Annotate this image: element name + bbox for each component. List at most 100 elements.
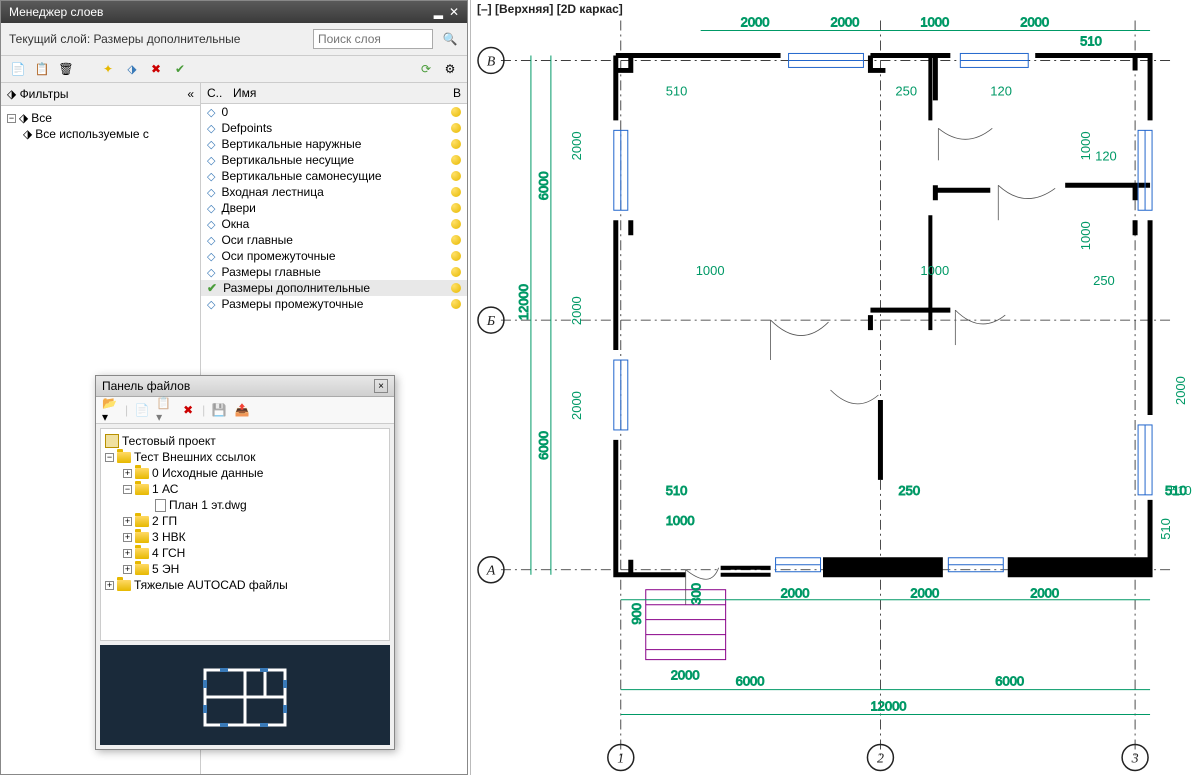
delete-file-icon[interactable]: ✖ — [179, 401, 197, 419]
lightbulb-icon[interactable] — [451, 203, 461, 213]
svg-text:250: 250 — [895, 83, 917, 98]
col-on[interactable]: В — [453, 86, 461, 100]
settings-icon[interactable]: ⚙ — [441, 60, 459, 78]
lightbulb-icon[interactable] — [451, 155, 461, 165]
folder-row[interactable]: +3 НВК — [105, 529, 385, 545]
lightbulb-icon[interactable] — [451, 139, 461, 149]
lightbulb-icon[interactable] — [451, 299, 461, 309]
layer-status-icon: ◇ — [207, 202, 215, 215]
col-name[interactable]: Имя — [233, 86, 445, 100]
file-tree[interactable]: Тестовый проект − Тест Внешних ссылок +0 … — [100, 428, 390, 641]
svg-text:В: В — [487, 54, 496, 69]
layer-row[interactable]: ◇Вертикальные несущие — [201, 152, 467, 168]
folder-row[interactable]: −1 АС — [105, 481, 385, 497]
layer-row[interactable]: ✔Размеры дополнительные — [201, 280, 467, 296]
tree-toggle-icon[interactable]: + — [123, 549, 132, 558]
filter-all[interactable]: Все — [31, 111, 52, 125]
tree-toggle-icon[interactable]: + — [123, 517, 132, 526]
layer-row[interactable]: ◇Defpoints — [201, 120, 467, 136]
tree-toggle-icon[interactable]: − — [123, 485, 132, 494]
folder-icon — [117, 580, 131, 591]
file-panel-titlebar[interactable]: Панель файлов × — [96, 376, 394, 397]
layer-row[interactable]: ◇Двери — [201, 200, 467, 216]
new-layer-freeze-icon[interactable]: 📋 — [33, 60, 51, 78]
layer-status-icon: ◇ — [207, 250, 215, 263]
collapse-filters-icon[interactable]: « — [187, 87, 194, 101]
refresh-icon[interactable]: ⟳ — [417, 60, 435, 78]
folder-name: 2 ГП — [152, 514, 177, 528]
layer-merge-icon[interactable]: ✖ — [147, 60, 165, 78]
file-panel[interactable]: Панель файлов × 📂▾ | 📄 📋▾ ✖ | 💾 📤 Тестов… — [95, 375, 395, 750]
col-status[interactable]: С.. — [207, 86, 225, 100]
layer-row[interactable]: ◇0 — [201, 104, 467, 120]
layer-name: Входная лестница — [221, 185, 323, 199]
layer-manager-title: Менеджер слоев — [9, 5, 103, 19]
lightbulb-icon[interactable] — [451, 235, 461, 245]
set-current-icon[interactable]: ✦ — [99, 60, 117, 78]
svg-text:250: 250 — [1093, 273, 1115, 288]
folder-row[interactable]: +4 ГСН — [105, 545, 385, 561]
layer-row[interactable]: ◇Размеры главные — [201, 264, 467, 280]
lightbulb-icon[interactable] — [451, 219, 461, 229]
file-row[interactable]: План 1 эт.dwg — [105, 497, 385, 513]
current-layer-label: Текущий слой: Размеры дополнительные — [9, 32, 305, 46]
lightbulb-icon[interactable] — [451, 187, 461, 197]
layer-row[interactable]: ◇Размеры промежуточные — [201, 296, 467, 312]
layer-row[interactable]: ◇Вертикальные наружные — [201, 136, 467, 152]
lightbulb-icon[interactable] — [451, 107, 461, 117]
tree-toggle-icon[interactable]: + — [123, 565, 132, 574]
layer-manager-subheader: Текущий слой: Размеры дополнительные 🔍 — [1, 23, 467, 56]
lightbulb-icon[interactable] — [451, 283, 461, 293]
drawing-viewport[interactable]: [–] [Верхняя] [2D каркас] В Б А 1 2 3 — [470, 0, 1194, 775]
layer-row[interactable]: ◇ Оси промежуточные — [201, 248, 467, 264]
svg-text:2000: 2000 — [1173, 376, 1188, 405]
file-panel-close-icon[interactable]: × — [374, 379, 388, 393]
open-icon[interactable]: 📂▾ — [102, 401, 120, 419]
project-icon — [105, 434, 119, 448]
svg-text:2000: 2000 — [569, 296, 584, 325]
lightbulb-icon[interactable] — [451, 267, 461, 277]
file-name: План 1 эт.dwg — [169, 498, 247, 512]
lightbulb-icon[interactable] — [451, 123, 461, 133]
svg-text:250: 250 — [898, 483, 920, 498]
search-icon[interactable]: 🔍 — [441, 30, 459, 48]
export-icon[interactable]: 📤 — [233, 401, 251, 419]
layer-row[interactable]: ◇Окна — [201, 216, 467, 232]
layer-name: Вертикальные несущие — [221, 153, 354, 167]
layer-name: Оси промежуточные — [221, 249, 335, 263]
save-icon[interactable]: 💾 — [210, 401, 228, 419]
folder-name: 0 Исходные данные — [152, 466, 263, 480]
lightbulb-icon[interactable] — [451, 171, 461, 181]
tree-toggle-icon[interactable]: + — [123, 469, 132, 478]
layer-row[interactable]: ◇Вертикальные самонесущие — [201, 168, 467, 184]
tree-toggle-icon[interactable]: − — [105, 453, 114, 462]
folder-heavy[interactable]: Тяжелые AUTOCAD файлы — [134, 578, 288, 592]
layer-manager-titlebar[interactable]: Менеджер слоев ▂ ✕ — [1, 1, 467, 23]
folder-row[interactable]: +2 ГП — [105, 513, 385, 529]
layer-check-icon[interactable]: ✔ — [171, 60, 189, 78]
svg-text:1000: 1000 — [666, 513, 695, 528]
copy-icon[interactable]: 📋▾ — [156, 401, 174, 419]
layer-states-icon[interactable]: ⬗ — [123, 60, 141, 78]
layer-name: Размеры промежуточные — [221, 297, 363, 311]
folder-name: 5 ЭН — [152, 562, 179, 576]
minimize-icon[interactable]: ▂ — [434, 5, 443, 19]
filter-used[interactable]: Все используемые с — [35, 127, 149, 141]
layer-search-input[interactable] — [313, 29, 433, 49]
delete-layer-icon[interactable]: 🗑 — [57, 60, 75, 78]
folder-root[interactable]: Тест Внешних ссылок — [134, 450, 255, 464]
folder-row[interactable]: +5 ЭН — [105, 561, 385, 577]
folder-row[interactable]: +0 Исходные данные — [105, 465, 385, 481]
new-file-icon[interactable]: 📄 — [133, 401, 151, 419]
tree-toggle-icon[interactable]: + — [123, 533, 132, 542]
layer-name: Defpoints — [221, 121, 272, 135]
tree-toggle-icon[interactable]: + — [105, 581, 114, 590]
new-layer-icon[interactable]: 📄 — [9, 60, 27, 78]
drawing-canvas[interactable]: В Б А 1 2 3 — [471, 0, 1194, 775]
close-icon[interactable]: ✕ — [449, 5, 459, 19]
lightbulb-icon[interactable] — [451, 251, 461, 261]
layer-row[interactable]: ◇Оси главные — [201, 232, 467, 248]
tree-collapse-icon[interactable]: − — [7, 114, 16, 123]
project-root[interactable]: Тестовый проект — [122, 434, 216, 448]
layer-row[interactable]: ◇Входная лестница — [201, 184, 467, 200]
